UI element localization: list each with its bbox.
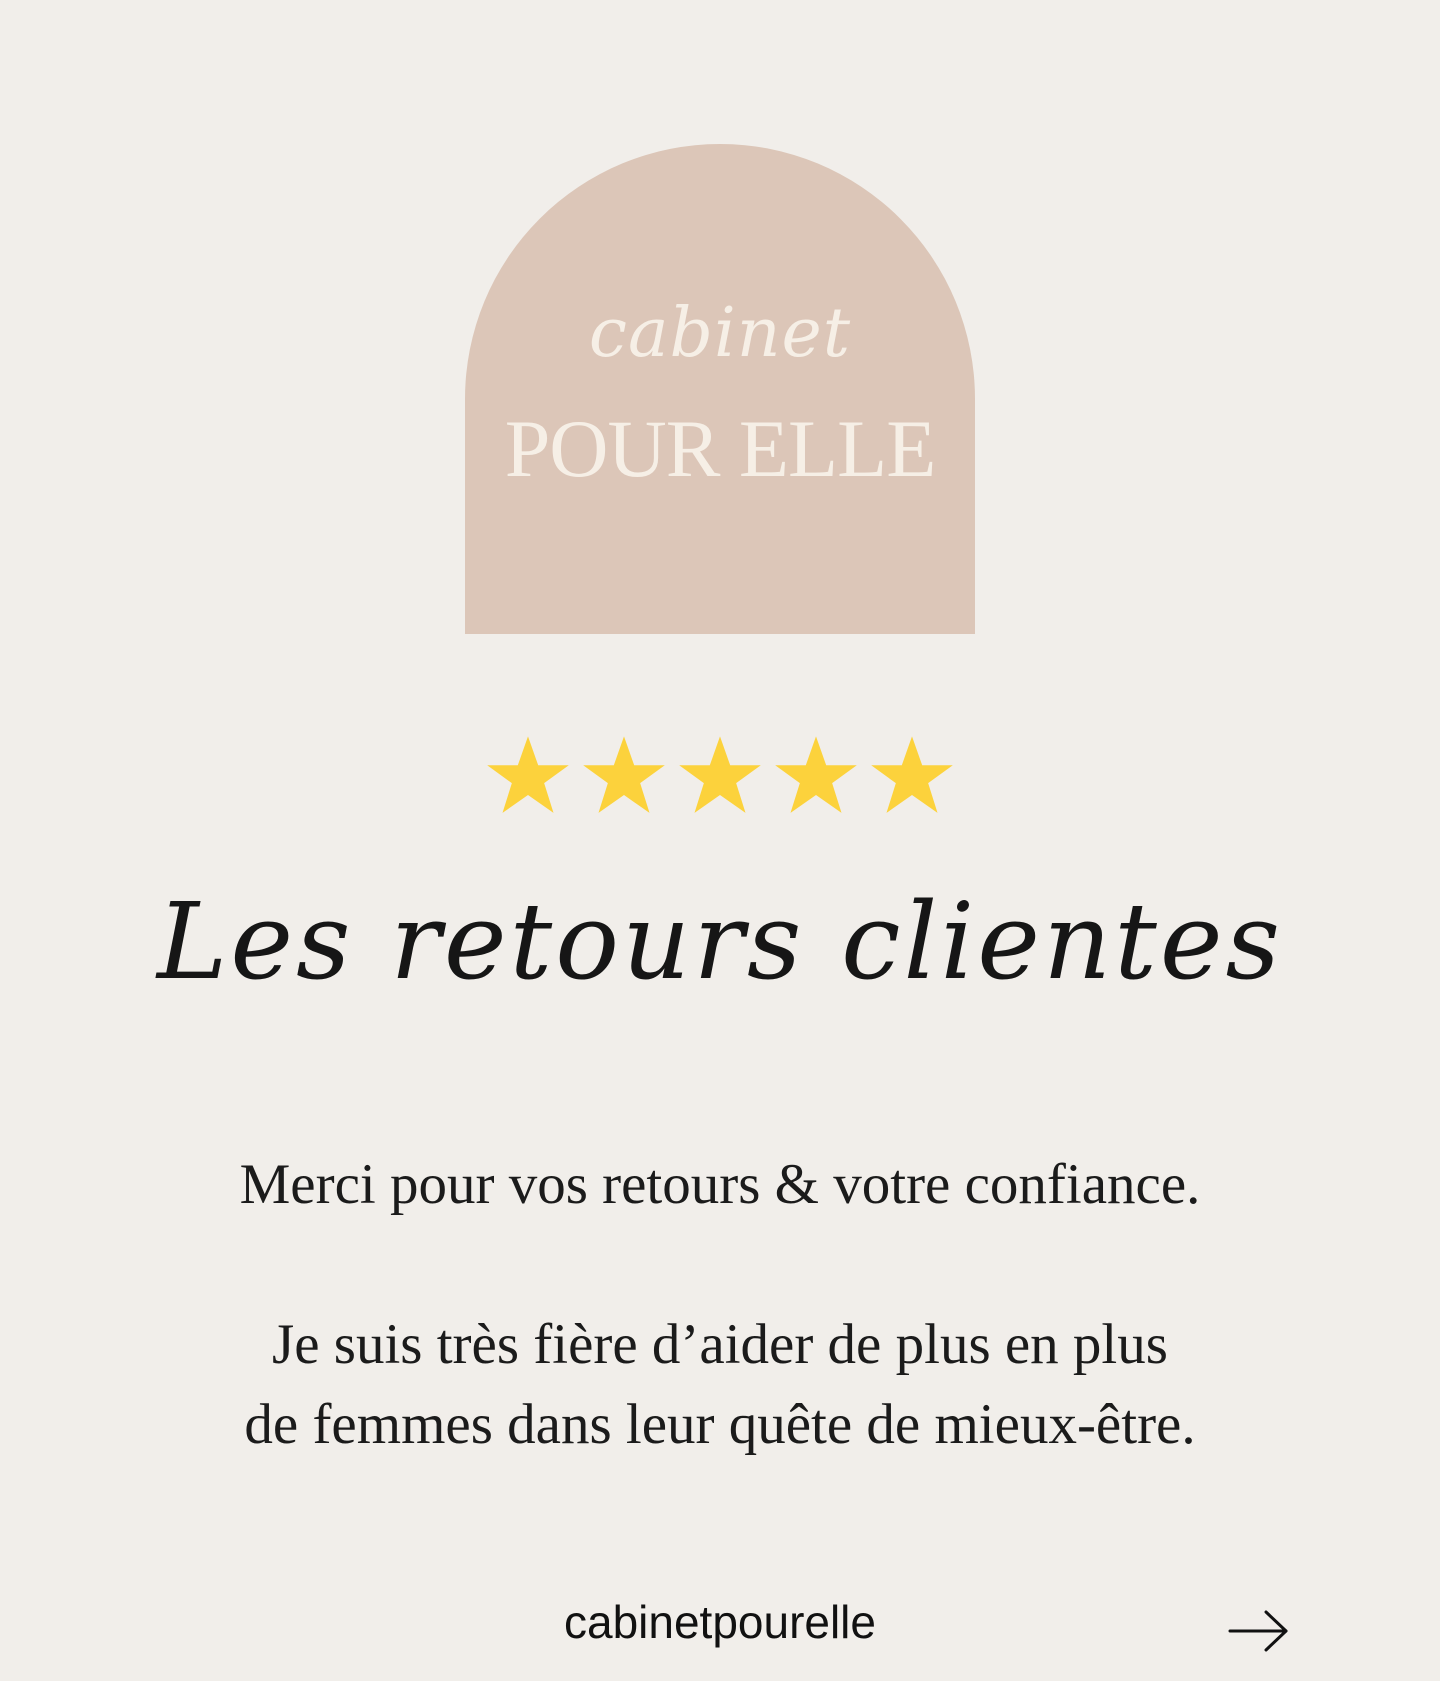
logo-script-text: cabinet: [588, 294, 852, 373]
logo-caps-text: POUR ELLE: [504, 403, 937, 494]
message-line: Merci pour vos retours & votre confiance…: [239, 1153, 1201, 1216]
star-icon: [581, 733, 667, 818]
message-line: Je suis très fière d’aider de plus en pl…: [272, 1313, 1168, 1376]
logo-arch: cabinet POUR ELLE: [465, 144, 975, 634]
star-icon: [677, 733, 763, 818]
account-handle: cabinetpourelle: [563, 1596, 876, 1648]
message-line: de femmes dans leur quête de mieux-être.: [244, 1393, 1196, 1456]
arrow-right-icon[interactable]: [1228, 1606, 1290, 1656]
thank-you-message: Merci pour vos retours & votre confiance…: [0, 1145, 1440, 1465]
star-icon: [773, 733, 859, 818]
star-icon: [485, 733, 571, 818]
star-icon: [869, 733, 955, 818]
page-heading: Les retours clientes: [157, 880, 1283, 1003]
rating-stars: [485, 733, 955, 818]
